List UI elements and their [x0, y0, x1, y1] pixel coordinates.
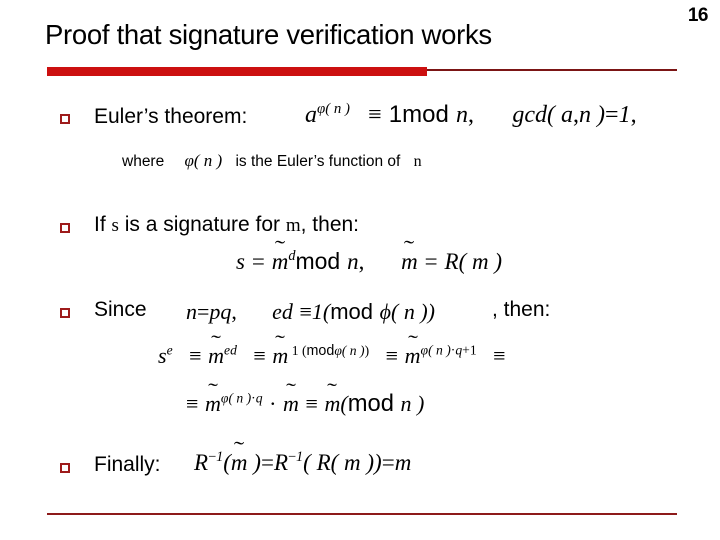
bullet-marker-signature-def	[60, 223, 70, 233]
page-number: 16	[687, 5, 709, 26]
title-accent-bar	[47, 67, 427, 76]
bullet-marker-since	[60, 308, 70, 318]
bullet-label-euler-theorem: Euler’s theorem:	[94, 105, 248, 128]
formula-finally: R−1(˜ m )=R−1( R( m ))=m	[194, 436, 412, 475]
inline-s: s	[111, 215, 119, 236]
bullet-marker-euler-theorem	[60, 114, 70, 124]
inline-phi-n: φ( n )	[184, 151, 223, 170]
inline-m: m	[285, 215, 301, 236]
sub-line-rest: is the Euler’s function of	[235, 153, 401, 170]
bullet-marker-finally	[60, 463, 70, 473]
bullet-label-since: Since	[94, 298, 147, 321]
formula-signature-def: s = ˜ mdmod n, ˜ m = R( m )	[236, 235, 503, 274]
page-title: Proof that signature verification works	[45, 19, 492, 50]
label-is-a-signature-for: is a signature for	[124, 213, 281, 236]
label-then: , then:	[300, 213, 360, 236]
formula-since-inline: n=pq, ed ≡1(mod ϕ( n ))	[186, 299, 435, 324]
sub-line-euler-function: where φ( n ) is the Euler’s function of …	[122, 152, 422, 171]
formula-derivation-line-2: ≡ ˜ mφ( n )·q · ˜ m ≡ ˜ m(mod n )	[186, 380, 425, 417]
slide-canvas: 16 Proof that signature verification wor…	[0, 0, 720, 540]
bullet-label-signature-def: If s is a signature for m, then:	[94, 213, 359, 237]
inline-n: n	[413, 153, 422, 170]
label-if: If	[94, 213, 106, 236]
bullet-label-since-then: , then:	[492, 298, 551, 321]
bullet-label-finally: Finally:	[94, 453, 161, 476]
formula-euler-theorem: aφ( n ) ≡ 1mod n, gcd( a,n )=1,	[305, 100, 637, 128]
formula-derivation-line-1: se ≡ ˜ med ≡ ˜ m 1 (modφ( n )) ≡ ˜ mφ( n )·q+1 ≡	[158, 332, 506, 368]
sub-line-where: where	[122, 153, 165, 170]
footer-rule	[47, 513, 677, 515]
